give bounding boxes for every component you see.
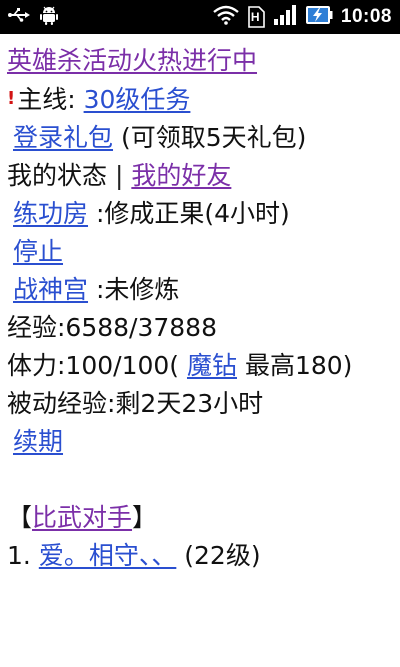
signal-icon xyxy=(273,5,297,29)
mainline-label: 主线: xyxy=(17,85,84,114)
login-gift-note: (可领取5天礼包) xyxy=(113,123,307,152)
title-row: 英雄杀活动火热进行中 xyxy=(7,42,394,80)
my-friends-link[interactable]: 我的好友 xyxy=(131,161,231,190)
renew-row: 续期 xyxy=(7,423,394,461)
login-gift-row: 登录礼包 (可领取5天礼包) xyxy=(7,119,394,157)
exp-row: 经验:6588/37888 xyxy=(7,313,217,342)
rival-level: (22级) xyxy=(176,541,261,570)
clock-time: 10:08 xyxy=(340,6,392,27)
war-palace-row: 战神宫 :未修炼 xyxy=(7,271,394,309)
wifi-icon xyxy=(213,5,239,29)
stamina-suffix: 最高180) xyxy=(237,351,353,380)
sim-icon: H xyxy=(247,6,265,28)
bracket-open: 【 xyxy=(7,503,33,532)
rival-name-link[interactable]: 爱。相守、、 xyxy=(39,541,177,570)
stamina-prefix: 体力:100/100( xyxy=(7,351,187,380)
my-status-label: 我的状态 xyxy=(7,161,108,190)
battery-charging-icon xyxy=(305,4,333,30)
war-palace-status: :未修炼 xyxy=(88,275,180,304)
practice-row: 练功房 :修成正果(4小时) xyxy=(7,195,394,233)
list-item: 1. 爱。相守、、 (22级) xyxy=(7,537,394,575)
renew-link[interactable]: 续期 xyxy=(13,427,63,456)
usb-icon xyxy=(8,7,30,27)
status-bar: H 10:08 xyxy=(0,0,400,34)
war-palace-link[interactable]: 战神宫 xyxy=(13,275,88,304)
practice-room-link[interactable]: 练功房 xyxy=(13,199,88,228)
status-friends-row: 我的状态 | 我的好友 xyxy=(7,157,394,195)
page-content: 英雄杀活动火热进行中 !主线: 30级任务 登录礼包 (可领取5天礼包) 我的状… xyxy=(0,34,400,667)
login-gift-link[interactable]: 登录礼包 xyxy=(13,123,113,152)
separator: | xyxy=(107,161,132,190)
mainline-task-link[interactable]: 30级任务 xyxy=(84,85,191,114)
rivals-link[interactable]: 比武对手 xyxy=(32,503,132,532)
bracket-close: 】 xyxy=(132,503,158,532)
practice-status: :修成正果(4小时) xyxy=(88,199,290,228)
alert-icon: ! xyxy=(7,88,16,109)
stamina-row: 体力:100/100( 魔钻 最高180) xyxy=(7,347,394,385)
rivals-header-row: 【比武对手】 xyxy=(7,499,394,537)
android-debug-icon xyxy=(40,5,58,29)
mainline-row: !主线: 30级任务 xyxy=(7,80,394,119)
rival-index: 1. xyxy=(7,541,39,570)
stop-row: 停止 xyxy=(7,233,394,271)
stop-link[interactable]: 停止 xyxy=(13,237,63,266)
event-title-link[interactable]: 英雄杀活动火热进行中 xyxy=(7,46,257,75)
passive-exp-row: 被动经验:剩2天23小时 xyxy=(7,389,264,418)
sim-label: H xyxy=(250,10,260,24)
magic-diamond-link[interactable]: 魔钻 xyxy=(187,351,237,380)
